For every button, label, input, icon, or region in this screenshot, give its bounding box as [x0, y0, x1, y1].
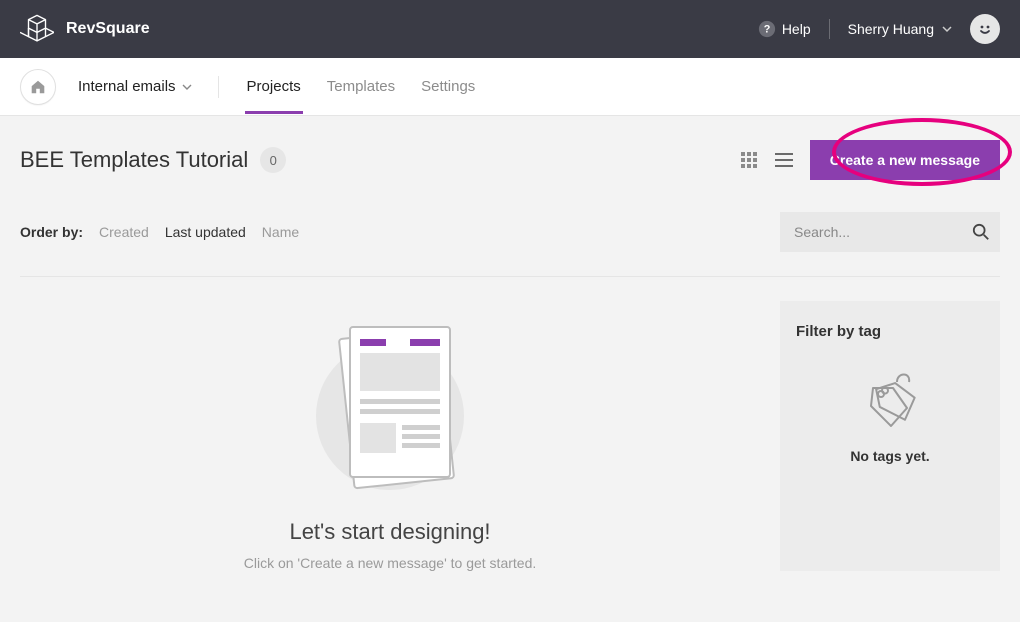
workspace-selector[interactable]: Internal emails	[78, 78, 192, 95]
search-wrap	[780, 212, 1000, 252]
order-option-last-updated[interactable]: Last updated	[165, 224, 246, 240]
tab-templates[interactable]: Templates	[325, 60, 397, 113]
brand-name: RevSquare	[66, 20, 150, 38]
empty-state: Let's start designing! Click on 'Create …	[20, 301, 760, 571]
user-name: Sherry Huang	[848, 21, 934, 37]
tag-filter-panel: Filter by tag No tags yet.	[780, 301, 1000, 571]
order-by-label: Order by:	[20, 224, 83, 240]
list-view-button[interactable]	[770, 147, 798, 173]
content-area: Let's start designing! Click on 'Create …	[20, 276, 1000, 571]
search-input[interactable]	[780, 212, 1000, 252]
tag-filter-title: Filter by tag	[796, 323, 984, 340]
page-title: BEE Templates Tutorial	[20, 147, 248, 173]
grid-icon	[740, 151, 758, 169]
home-button[interactable]	[20, 69, 56, 105]
brand-block[interactable]: RevSquare	[20, 12, 150, 46]
search-icon	[972, 223, 990, 241]
navbar: Internal emails Projects Templates Setti…	[0, 58, 1020, 116]
create-message-button[interactable]: Create a new message	[810, 140, 1000, 180]
empty-state-title: Let's start designing!	[289, 519, 490, 545]
order-option-name[interactable]: Name	[262, 224, 299, 240]
item-count-badge: 0	[260, 147, 286, 173]
help-icon: ?	[758, 20, 776, 38]
grid-view-button[interactable]	[736, 147, 762, 173]
order-option-created[interactable]: Created	[99, 224, 149, 240]
workspace-name-label: Internal emails	[78, 78, 176, 95]
avatar-face-icon	[975, 19, 995, 39]
empty-state-illustration	[305, 321, 475, 501]
user-menu[interactable]: Sherry Huang	[848, 21, 952, 37]
tag-icon	[796, 364, 984, 434]
list-icon	[774, 151, 794, 169]
chevron-down-icon	[942, 24, 952, 34]
chevron-down-icon	[182, 82, 192, 92]
topbar: RevSquare ? Help Sherry Huang	[0, 0, 1020, 58]
help-link[interactable]: ? Help	[758, 20, 811, 38]
view-toggle	[736, 147, 798, 173]
tab-settings[interactable]: Settings	[419, 60, 477, 113]
home-icon	[29, 78, 47, 96]
tab-projects[interactable]: Projects	[245, 60, 303, 113]
brand-logo-icon	[20, 12, 54, 46]
help-label: Help	[782, 21, 811, 37]
topbar-divider	[829, 19, 830, 39]
nav-divider	[218, 76, 219, 98]
filter-row: Order by: Created Last updated Name	[20, 212, 1000, 252]
page-header: BEE Templates Tutorial 0 Create a new me…	[20, 136, 1000, 184]
tag-filter-empty-text: No tags yet.	[796, 448, 984, 464]
avatar[interactable]	[970, 14, 1000, 44]
empty-state-subtitle: Click on 'Create a new message' to get s…	[244, 555, 537, 571]
svg-text:?: ?	[764, 24, 771, 36]
